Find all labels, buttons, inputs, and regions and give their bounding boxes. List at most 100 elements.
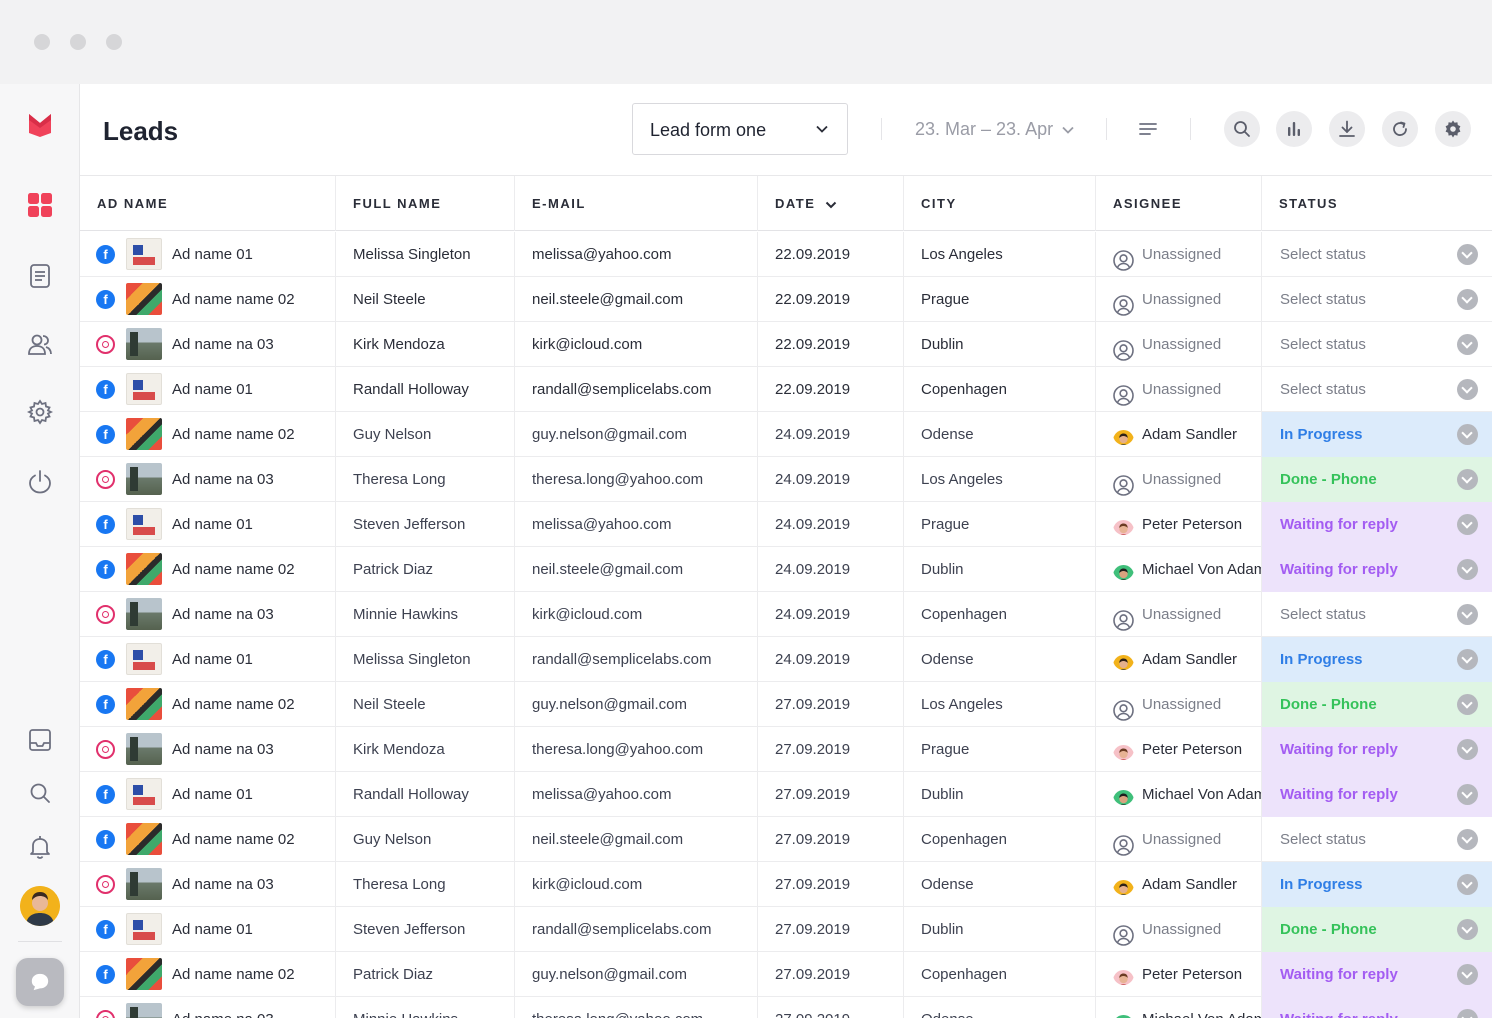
- ad-thumbnail[interactable]: [126, 688, 162, 720]
- chevron-down-icon[interactable]: [1457, 514, 1478, 535]
- assignee-cell[interactable]: Peter Peterson: [1096, 502, 1262, 547]
- chevron-down-icon[interactable]: [1457, 289, 1478, 310]
- column-header-full-name[interactable]: FULL NAME: [336, 176, 515, 231]
- table-row[interactable]: Ad name na 03 Kirk Mendoza kirk@icloud.com…: [80, 322, 1492, 367]
- assignee-cell[interactable]: Unassigned: [1096, 277, 1262, 322]
- table-row[interactable]: f Ad name 01 Steven Jefferson randall@sempl…: [80, 907, 1492, 952]
- chevron-down-icon[interactable]: [1457, 334, 1478, 355]
- status-dropdown[interactable]: Select status: [1262, 367, 1492, 412]
- users-icon[interactable]: [24, 328, 56, 360]
- assignee-cell[interactable]: Unassigned: [1096, 592, 1262, 637]
- ad-thumbnail[interactable]: [126, 418, 162, 450]
- ad-thumbnail[interactable]: [126, 778, 162, 810]
- settings-icon[interactable]: [24, 396, 56, 428]
- status-dropdown[interactable]: Done - Phone: [1262, 907, 1492, 952]
- column-header-email[interactable]: E-MAIL: [515, 176, 758, 231]
- date-range-picker[interactable]: 23. Mar – 23. Apr: [915, 119, 1053, 140]
- window-close-button[interactable]: [34, 34, 50, 50]
- bell-icon[interactable]: [24, 831, 56, 863]
- assignee-cell[interactable]: Peter Peterson: [1096, 727, 1262, 772]
- status-dropdown[interactable]: In Progress: [1262, 862, 1492, 907]
- chevron-down-icon[interactable]: [1457, 829, 1478, 850]
- chevron-down-icon[interactable]: [1061, 123, 1075, 137]
- chevron-down-icon[interactable]: [1457, 559, 1478, 580]
- ad-thumbnail[interactable]: [126, 508, 162, 540]
- status-dropdown[interactable]: Select status: [1262, 277, 1492, 322]
- assignee-cell[interactable]: Unassigned: [1096, 367, 1262, 412]
- assignee-cell[interactable]: Unassigned: [1096, 682, 1262, 727]
- search-icon[interactable]: [24, 777, 56, 809]
- ad-thumbnail[interactable]: [126, 598, 162, 630]
- ad-thumbnail[interactable]: [126, 868, 162, 900]
- assignee-cell[interactable]: Adam Sandler: [1096, 412, 1262, 457]
- table-row[interactable]: Ad name na 03 Theresa Long kirk@icloud.com…: [80, 862, 1492, 907]
- chevron-down-icon[interactable]: [1457, 469, 1478, 490]
- table-row[interactable]: Ad name na 03 Theresa Long theresa.long@ya…: [80, 457, 1492, 502]
- assignee-cell[interactable]: Unassigned: [1096, 322, 1262, 367]
- ad-thumbnail[interactable]: [126, 463, 162, 495]
- status-dropdown[interactable]: Done - Phone: [1262, 457, 1492, 502]
- chevron-down-icon[interactable]: [1457, 874, 1478, 895]
- chevron-down-icon[interactable]: [1457, 919, 1478, 940]
- table-row[interactable]: f Ad name name 02 Guy Nelson guy.nelson@gma…: [80, 412, 1492, 457]
- chevron-down-icon[interactable]: [1457, 604, 1478, 625]
- status-dropdown[interactable]: Select status: [1262, 232, 1492, 277]
- table-row[interactable]: f Ad name 01 Melissa Singleton randall@semp…: [80, 637, 1492, 682]
- ad-thumbnail[interactable]: [126, 553, 162, 585]
- refresh-button[interactable]: [1382, 111, 1418, 147]
- column-header-status[interactable]: STATUS: [1262, 176, 1492, 231]
- table-row[interactable]: f Ad name name 02 Guy Nelson neil.steele@gm…: [80, 817, 1492, 862]
- status-dropdown[interactable]: Waiting for reply: [1262, 772, 1492, 817]
- chevron-down-icon[interactable]: [1457, 244, 1478, 265]
- status-dropdown[interactable]: Waiting for reply: [1262, 952, 1492, 997]
- ad-thumbnail[interactable]: [126, 733, 162, 765]
- chevron-down-icon[interactable]: [1457, 694, 1478, 715]
- column-header-ad-name[interactable]: AD NAME: [80, 176, 336, 231]
- status-dropdown[interactable]: Waiting for reply: [1262, 547, 1492, 592]
- assignee-cell[interactable]: Michael Von Adam: [1096, 997, 1262, 1018]
- status-dropdown[interactable]: Waiting for reply: [1262, 727, 1492, 772]
- assignee-cell[interactable]: Michael Von Adam: [1096, 547, 1262, 592]
- ad-thumbnail[interactable]: [126, 328, 162, 360]
- ad-thumbnail[interactable]: [126, 913, 162, 945]
- chevron-down-icon[interactable]: [1457, 649, 1478, 670]
- ad-thumbnail[interactable]: [126, 283, 162, 315]
- chevron-down-icon[interactable]: [1457, 1009, 1478, 1018]
- chevron-down-icon[interactable]: [1457, 964, 1478, 985]
- column-header-assignee[interactable]: ASIGNEE: [1096, 176, 1262, 231]
- table-row[interactable]: f Ad name name 02 Patrick Diaz neil.steele@…: [80, 547, 1492, 592]
- status-dropdown[interactable]: Waiting for reply: [1262, 502, 1492, 547]
- logo-icon[interactable]: [24, 108, 56, 140]
- settings-button[interactable]: [1435, 111, 1471, 147]
- table-row[interactable]: f Ad name 01 Melissa Singleton melissa@yaho…: [80, 232, 1492, 277]
- ad-thumbnail[interactable]: [126, 958, 162, 990]
- inbox-icon[interactable]: [24, 724, 56, 756]
- table-row[interactable]: f Ad name name 02 Patrick Diaz guy.nelson@g…: [80, 952, 1492, 997]
- column-header-date[interactable]: DATE: [758, 176, 904, 231]
- table-row[interactable]: f Ad name name 02 Neil Steele neil.steele@g…: [80, 277, 1492, 322]
- document-icon[interactable]: [24, 260, 56, 292]
- status-dropdown[interactable]: Select status: [1262, 817, 1492, 862]
- chevron-down-icon[interactable]: [1457, 739, 1478, 760]
- assignee-cell[interactable]: Adam Sandler: [1096, 637, 1262, 682]
- window-minimize-button[interactable]: [70, 34, 86, 50]
- assignee-cell[interactable]: Unassigned: [1096, 232, 1262, 277]
- status-dropdown[interactable]: In Progress: [1262, 412, 1492, 457]
- table-row[interactable]: Ad name na 03 Minnie Hawkins kirk@icloud.c…: [80, 592, 1492, 637]
- ad-thumbnail[interactable]: [126, 643, 162, 675]
- dashboard-icon[interactable]: [24, 189, 56, 221]
- assignee-cell[interactable]: Michael Von Adam: [1096, 772, 1262, 817]
- assignee-cell[interactable]: Peter Peterson: [1096, 952, 1262, 997]
- power-icon[interactable]: [24, 466, 56, 498]
- column-header-city[interactable]: CITY: [904, 176, 1096, 231]
- status-dropdown[interactable]: Select status: [1262, 322, 1492, 367]
- assignee-cell[interactable]: Unassigned: [1096, 457, 1262, 502]
- table-row[interactable]: f Ad name 01 Steven Jefferson melissa@yahoo…: [80, 502, 1492, 547]
- analytics-button[interactable]: [1276, 111, 1312, 147]
- ad-thumbnail[interactable]: [126, 238, 162, 270]
- chevron-down-icon[interactable]: [1457, 784, 1478, 805]
- ad-thumbnail[interactable]: [126, 373, 162, 405]
- lead-form-select[interactable]: Lead form one: [632, 103, 848, 155]
- chat-button[interactable]: [16, 958, 64, 1006]
- chevron-down-icon[interactable]: [1457, 379, 1478, 400]
